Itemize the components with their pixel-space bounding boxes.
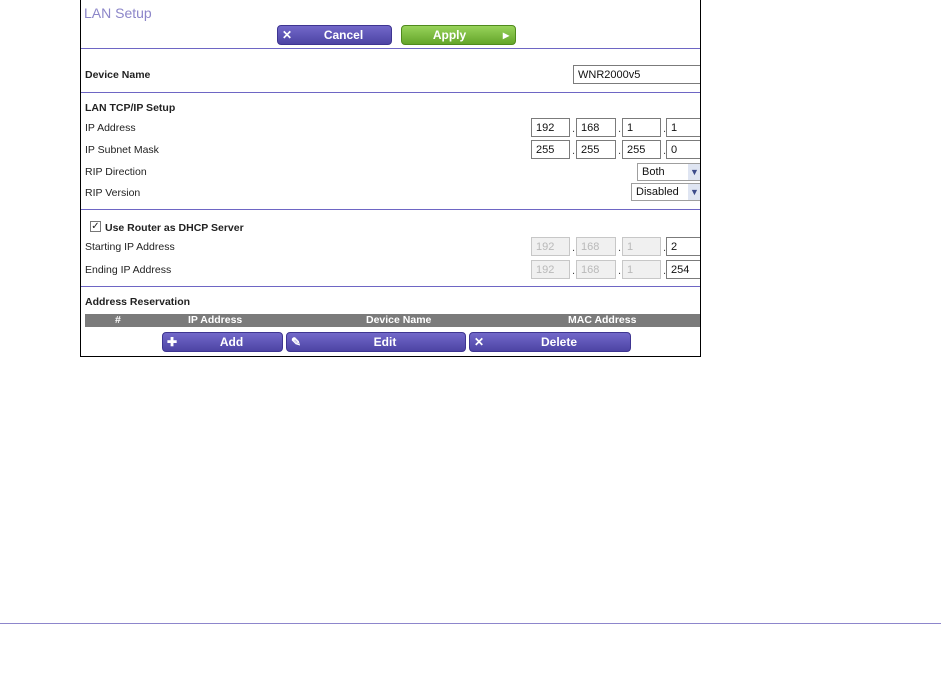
column-header-device-name: Device Name [366, 314, 432, 326]
page-title: LAN Setup [84, 5, 152, 21]
device-name-label: Device Name [85, 69, 151, 81]
device-name-field[interactable] [573, 65, 700, 84]
close-icon: ✕ [281, 28, 293, 42]
start-octet-1 [531, 237, 570, 256]
separator-dot: . [618, 265, 622, 277]
column-header-ip-address: IP Address [188, 314, 243, 326]
ip-octet-1[interactable] [531, 118, 570, 137]
edit-button[interactable]: ✎ Edit [286, 332, 466, 352]
divider [81, 286, 700, 287]
plus-icon: ✚ [166, 335, 178, 349]
separator-dot: . [572, 145, 576, 157]
rip-direction-select[interactable]: Both ▼ [637, 163, 700, 181]
play-arrow-icon: ▸ [502, 28, 510, 42]
mask-octet-2[interactable] [576, 140, 616, 159]
start-octet-4[interactable] [666, 237, 700, 256]
start-octet-2 [576, 237, 616, 256]
reservation-table-header: # IP Address Device Name MAC Address [85, 314, 700, 327]
apply-button[interactable]: Apply ▸ [401, 25, 516, 45]
cancel-button-label: Cancel [323, 28, 364, 42]
chevron-down-icon: ▼ [688, 184, 700, 200]
chevron-down-icon: ▼ [688, 164, 700, 180]
separator-dot: . [572, 242, 576, 254]
divider [81, 92, 700, 93]
page-footer-rule [0, 623, 941, 624]
rip-version-label: RIP Version [85, 187, 141, 199]
column-header-mac-address: MAC Address [568, 314, 637, 326]
apply-button-label: Apply [432, 28, 467, 42]
rip-version-select[interactable]: Disabled ▼ [631, 183, 700, 201]
lan-setup-panel: LAN Setup ✕ Cancel Apply ▸ Device Name L… [80, 0, 701, 357]
close-icon: ✕ [473, 335, 485, 349]
rip-direction-label: RIP Direction [85, 166, 147, 178]
divider [81, 48, 700, 49]
separator-dot: . [618, 145, 622, 157]
pencil-icon: ✎ [290, 335, 302, 349]
separator-dot: . [572, 123, 576, 135]
checkmark-icon: ✓ [91, 221, 100, 232]
mask-octet-3[interactable] [622, 140, 661, 159]
delete-button[interactable]: ✕ Delete [469, 332, 631, 352]
ip-octet-3[interactable] [622, 118, 661, 137]
mask-octet-1[interactable] [531, 140, 570, 159]
divider [81, 209, 700, 210]
add-button[interactable]: ✚ Add [162, 332, 283, 352]
end-octet-4[interactable] [666, 260, 700, 279]
lan-section-title: LAN TCP/IP Setup [85, 102, 176, 114]
address-reservation-title: Address Reservation [85, 296, 191, 308]
edit-button-label: Edit [373, 335, 397, 349]
starting-ip-label: Starting IP Address [85, 241, 175, 253]
ip-octet-4[interactable] [666, 118, 700, 137]
dhcp-checkbox-label: Use Router as DHCP Server [105, 222, 244, 234]
mask-octet-4[interactable] [666, 140, 700, 159]
end-octet-1 [531, 260, 570, 279]
ip-address-label: IP Address [85, 122, 136, 134]
ending-ip-label: Ending IP Address [85, 264, 172, 276]
separator-dot: . [618, 123, 622, 135]
subnet-mask-label: IP Subnet Mask [85, 144, 159, 156]
end-octet-2 [576, 260, 616, 279]
separator-dot: . [572, 265, 576, 277]
rip-version-value: Disabled [636, 186, 679, 198]
rip-direction-value: Both [642, 166, 665, 178]
ip-octet-2[interactable] [576, 118, 616, 137]
delete-button-label: Delete [540, 335, 578, 349]
dhcp-checkbox[interactable]: ✓ [90, 221, 101, 232]
add-button-label: Add [219, 335, 244, 349]
separator-dot: . [618, 242, 622, 254]
cancel-button[interactable]: ✕ Cancel [277, 25, 392, 45]
start-octet-3 [622, 237, 661, 256]
end-octet-3 [622, 260, 661, 279]
column-header-index: # [115, 314, 121, 326]
